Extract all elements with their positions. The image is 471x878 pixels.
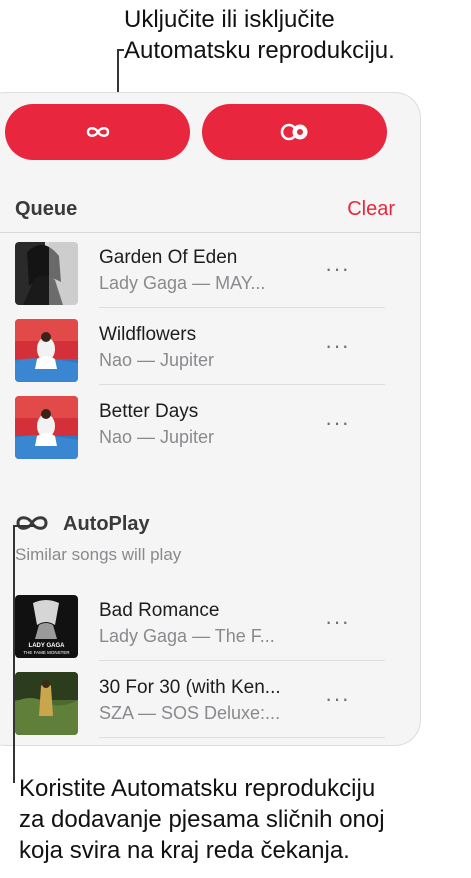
- svg-text:LADY GAGA: LADY GAGA: [29, 643, 66, 649]
- svg-text:THE FAME MONSTER: THE FAME MONSTER: [23, 650, 70, 655]
- repeat-toggle-button[interactable]: [202, 104, 387, 160]
- more-options-button[interactable]: ···: [325, 258, 350, 280]
- track-subtitle: Lady Gaga — MAY...: [99, 273, 266, 293]
- album-art: [15, 672, 78, 735]
- track-title: Wildflowers: [99, 324, 197, 345]
- callout-line: Uključite ili isključite: [124, 6, 335, 33]
- autoplay-toggle-button[interactable]: [5, 104, 190, 160]
- callout-line: za dodavanje pjesama sličnih onoj: [19, 806, 385, 833]
- album-art: LADY GAGA THE FAME MONSTER: [15, 595, 78, 658]
- track-title: Garden Of Eden: [99, 247, 238, 268]
- album-art: [15, 242, 78, 305]
- track-title: Better Days: [99, 401, 199, 422]
- callout-autoplay-toggle: Uključite ili isključite Automatsku repr…: [124, 4, 395, 66]
- infinity-icon: [86, 127, 109, 137]
- callout-autoplay-description: Koristite Automatsku reprodukciju za dod…: [19, 773, 385, 866]
- queue-panel: Queue Clear Garden Of Eden Lady Gaga — M…: [0, 92, 421, 746]
- autoplay-title: AutoPlay: [63, 513, 150, 535]
- more-options-button[interactable]: ···: [325, 688, 350, 710]
- autoplay-track[interactable]: LADY GAGA THE FAME MONSTER Bad Romance L…: [15, 587, 385, 661]
- divider: [0, 232, 420, 233]
- track-subtitle: Nao — Jupiter: [99, 427, 215, 447]
- track-subtitle: Nao — Jupiter: [99, 350, 215, 370]
- queue-track[interactable]: Wildflowers Nao — Jupiter ···: [15, 311, 385, 385]
- divider: [99, 384, 385, 385]
- track-subtitle: Lady Gaga — The F...: [99, 626, 275, 646]
- callout-line: koja svira na kraj reda čekanja.: [19, 837, 350, 864]
- callout-line: Automatsku reprodukciju.: [124, 37, 395, 64]
- callout-leader-line: [13, 525, 35, 527]
- track-title: Bad Romance: [99, 600, 220, 621]
- divider: [99, 737, 385, 738]
- more-options-button[interactable]: ···: [325, 611, 350, 633]
- repeat-circles-icon: [280, 123, 307, 141]
- clear-queue-button[interactable]: Clear: [347, 198, 395, 221]
- album-art: [15, 319, 78, 382]
- autoplay-track[interactable]: 30 For 30 (with Ken... SZA — SOS Deluxe:…: [15, 664, 385, 738]
- infinity-icon: [16, 516, 48, 530]
- more-options-button[interactable]: ···: [325, 412, 350, 434]
- autoplay-subtitle: Similar songs will play: [15, 545, 182, 564]
- track-title: 30 For 30 (with Ken...: [99, 677, 281, 698]
- callout-line: Koristite Automatsku reprodukciju: [19, 775, 376, 802]
- callout-leader-line: [117, 49, 124, 51]
- callout-leader-line: [13, 525, 15, 783]
- more-options-button[interactable]: ···: [325, 335, 350, 357]
- queue-track[interactable]: Better Days Nao — Jupiter ···: [15, 388, 385, 462]
- queue-header: Queue Clear: [15, 194, 395, 224]
- queue-title: Queue: [15, 197, 78, 220]
- divider: [99, 307, 385, 308]
- album-art: [15, 396, 78, 459]
- track-subtitle: SZA — SOS Deluxe:...: [99, 703, 281, 723]
- divider: [99, 660, 385, 661]
- queue-track[interactable]: Garden Of Eden Lady Gaga — MAY... ···: [15, 234, 385, 308]
